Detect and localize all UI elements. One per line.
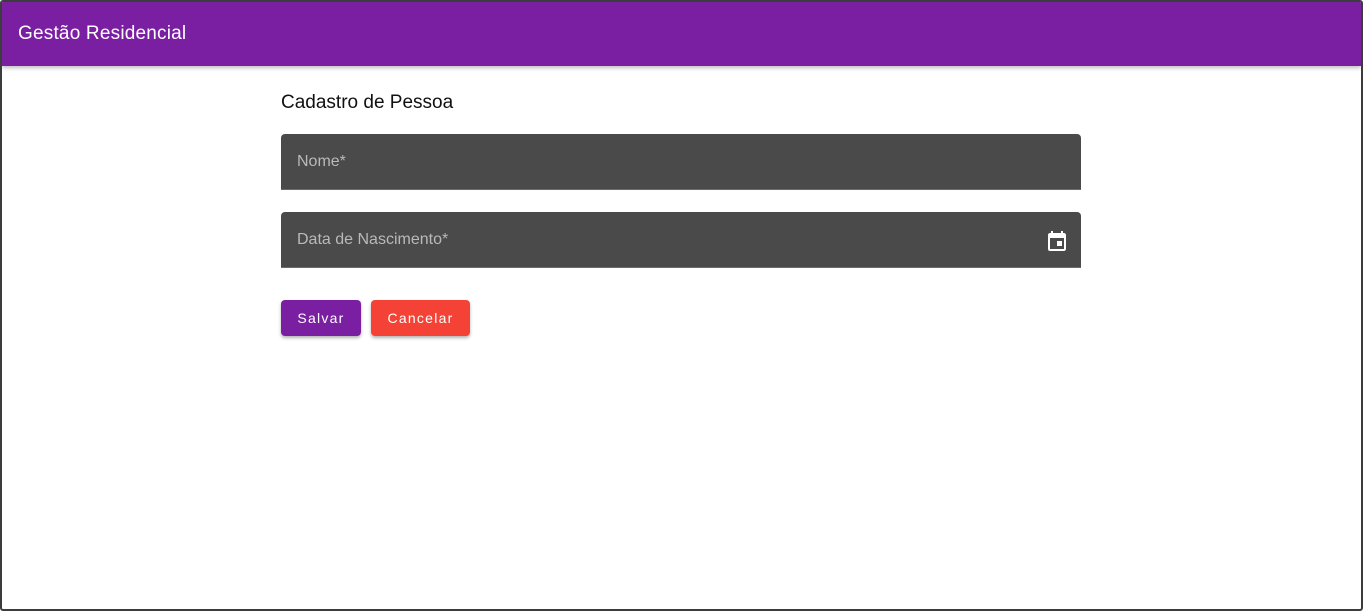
calendar-icon[interactable]: [1045, 229, 1069, 253]
app-title: Gestão Residencial: [18, 23, 187, 44]
cancel-button[interactable]: Cancelar: [371, 300, 470, 336]
form-actions: Salvar Cancelar: [281, 300, 1081, 336]
data-nascimento-field[interactable]: [281, 212, 1081, 268]
nome-input[interactable]: [281, 134, 1081, 189]
nome-field[interactable]: [281, 134, 1081, 190]
save-button[interactable]: Salvar: [281, 300, 361, 336]
app-window: Gestão Residencial Cadastro de Pessoa Sa…: [0, 0, 1363, 611]
person-form: Cadastro de Pessoa Salvar Cancelar: [281, 90, 1081, 336]
data-nascimento-input[interactable]: [281, 212, 1081, 267]
top-toolbar: Gestão Residencial: [2, 2, 1361, 66]
page-title: Cadastro de Pessoa: [281, 92, 454, 113]
